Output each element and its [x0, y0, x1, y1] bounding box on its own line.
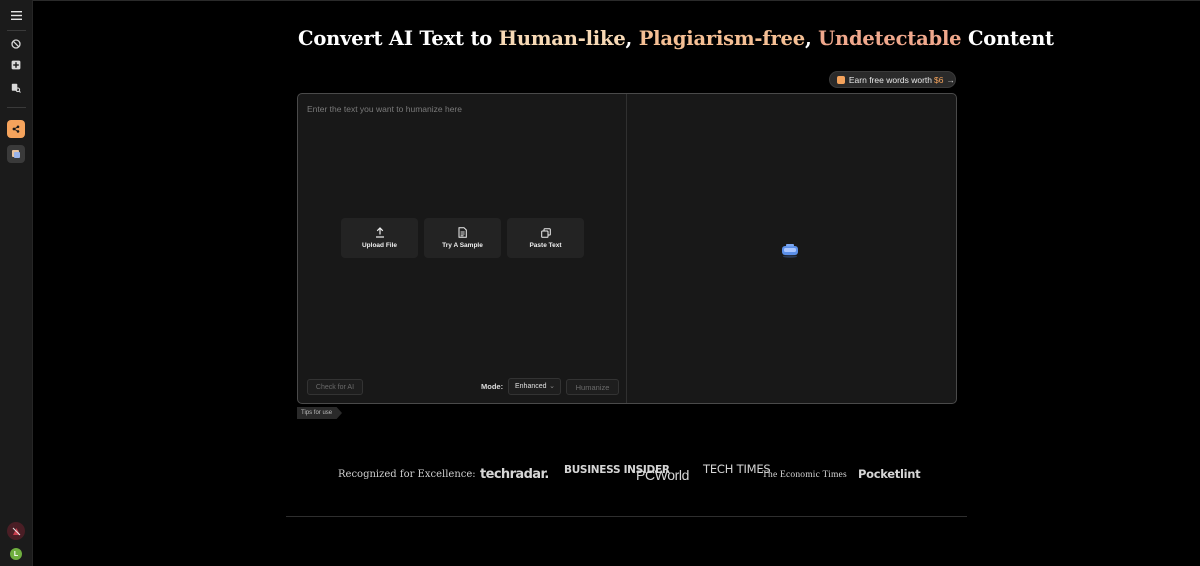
tips-for-use-button[interactable]: Tips for use	[297, 407, 342, 419]
robot-icon	[782, 244, 798, 258]
earn-amount: $6	[934, 74, 944, 85]
title-sep-2: ,	[804, 27, 819, 50]
business-insider-logo: BUSINESS INSIDER	[564, 465, 670, 476]
editor-divider	[626, 94, 627, 403]
earn-label: Earn free words worth	[848, 74, 933, 85]
try-sample-button[interactable]: Try A Sample	[424, 218, 501, 258]
sidebar-divider	[7, 30, 26, 31]
upload-file-button[interactable]: Upload File	[341, 218, 418, 258]
share-app-icon[interactable]	[7, 120, 25, 138]
title-part-2: Content	[961, 27, 1054, 50]
humanizer-editor: Enter the text you want to humanize here…	[297, 93, 957, 404]
title-highlight-1: Human-like	[498, 27, 626, 50]
sidebar-divider	[7, 107, 26, 108]
tech-times-logo: TECH TIMES	[703, 462, 771, 476]
chevron-down-icon: ⌄	[549, 383, 555, 390]
document-icon	[458, 227, 467, 238]
add-icon[interactable]	[7, 56, 25, 74]
pcworld-logo: PCWorld	[636, 467, 689, 483]
avatar-initial: L	[10, 548, 22, 560]
upload-file-label: Upload File	[361, 242, 398, 249]
footer-divider	[286, 516, 967, 517]
economic-times-logo: The Economic Times	[762, 470, 847, 480]
avatar[interactable]: L	[7, 545, 25, 563]
check-for-ai-button[interactable]: Check for AI	[307, 379, 363, 395]
title-highlight-3: Undetectable	[818, 27, 962, 50]
try-sample-label: Try A Sample	[442, 242, 483, 249]
arrow-right-icon: →	[946, 74, 956, 85]
title-part-1: Convert AI Text to	[298, 27, 499, 50]
gift-icon	[837, 75, 845, 84]
paste-text-label: Paste Text	[529, 241, 562, 249]
mode-value: Enhanced	[515, 383, 547, 390]
app-icon[interactable]	[7, 145, 25, 163]
upload-icon	[375, 227, 384, 238]
search-doc-icon[interactable]	[7, 79, 25, 97]
pocketlint-logo: Pocketlint	[858, 467, 921, 481]
top-border	[33, 0, 1200, 1]
sidebar: L	[0, 0, 33, 566]
page-title: Convert AI Text to Human-like, Plagiaris…	[298, 27, 1054, 50]
input-textarea[interactable]: Enter the text you want to humanize here	[307, 104, 462, 114]
title-sep-1: ,	[625, 27, 639, 50]
recognized-label: Recognized for Excellence:	[338, 469, 476, 480]
earn-free-words-button[interactable]: Earn free words worth $6 →	[829, 71, 956, 88]
title-highlight-2: Plagiarism-free	[638, 27, 805, 50]
menu-icon[interactable]	[7, 6, 25, 24]
mode-select[interactable]: Enhanced ⌄	[508, 378, 561, 395]
paste-text-button[interactable]: Paste Text	[507, 218, 584, 258]
promo-icon[interactable]	[7, 522, 25, 540]
techradar-logo: techradar.	[480, 467, 549, 482]
mode-label: Mode:	[481, 382, 504, 391]
humanize-button[interactable]: Humanize	[566, 379, 619, 395]
block-icon[interactable]	[7, 35, 25, 53]
copy-icon	[540, 227, 551, 238]
